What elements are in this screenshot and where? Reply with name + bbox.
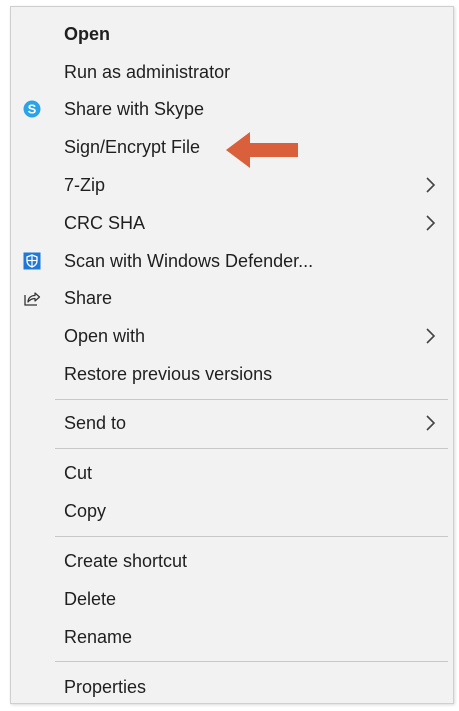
menu-item-label: Delete [64, 589, 117, 609]
menu-item-label: Scan with Windows Defender... [64, 251, 314, 271]
windows-defender-icon [23, 252, 41, 270]
menu-item-label: Open [64, 24, 111, 44]
menu-separator [55, 399, 448, 400]
chevron-right-icon [421, 405, 439, 441]
menu-item-label: Sign/Encrypt File [64, 137, 201, 157]
menu-item-label: Open with [64, 326, 146, 346]
menu-item-7-zip[interactable]: 7-Zip [11, 167, 453, 203]
menu-item-label: Copy [64, 501, 107, 521]
menu-item-run-as-administrator[interactable]: Run as administrator [11, 54, 453, 90]
menu-item-create-shortcut[interactable]: Create shortcut [11, 543, 453, 579]
share-icon [23, 289, 41, 307]
menu-item-send-to[interactable]: Send to [11, 405, 453, 441]
menu-item-label: Cut [64, 463, 93, 483]
menu-item-label: Rename [64, 627, 133, 647]
menu-item-delete[interactable]: Delete [11, 581, 453, 617]
menu-item-label: Share with Skype [64, 99, 205, 119]
chevron-right-icon [421, 318, 439, 354]
menu-item-open-with[interactable]: Open with [11, 318, 453, 354]
menu-item-label: Share [64, 288, 113, 308]
menu-item-properties[interactable]: Properties [11, 669, 453, 705]
menu-item-label: Properties [64, 677, 147, 697]
menu-separator [55, 536, 448, 537]
chevron-right-icon [421, 167, 439, 203]
menu-separator [55, 448, 448, 449]
menu-item-label: Run as administrator [64, 62, 231, 82]
context-menu: Open Run as administrator S Share with S… [10, 6, 454, 704]
menu-item-copy[interactable]: Copy [11, 493, 453, 529]
menu-item-label: Send to [64, 413, 127, 433]
menu-item-share-with-skype[interactable]: S Share with Skype [11, 91, 453, 127]
menu-item-open[interactable]: Open [11, 16, 453, 52]
menu-separator [55, 661, 448, 662]
svg-text:S: S [28, 102, 37, 117]
menu-item-crc-sha[interactable]: CRC SHA [11, 205, 453, 241]
highlight-arrow-icon [226, 132, 298, 168]
menu-item-rename[interactable]: Rename [11, 619, 453, 655]
menu-item-share[interactable]: Share [11, 280, 453, 316]
menu-item-restore-previous-versions[interactable]: Restore previous versions [11, 356, 453, 392]
menu-item-label: CRC SHA [64, 213, 146, 233]
menu-item-scan-with-windows-defender[interactable]: Scan with Windows Defender... [11, 243, 453, 279]
menu-item-cut[interactable]: Cut [11, 455, 453, 491]
skype-icon: S [23, 100, 41, 118]
menu-item-label: 7-Zip [64, 175, 106, 195]
menu-item-label: Restore previous versions [64, 364, 273, 384]
menu-item-label: Create shortcut [64, 551, 188, 571]
chevron-right-icon [421, 205, 439, 241]
